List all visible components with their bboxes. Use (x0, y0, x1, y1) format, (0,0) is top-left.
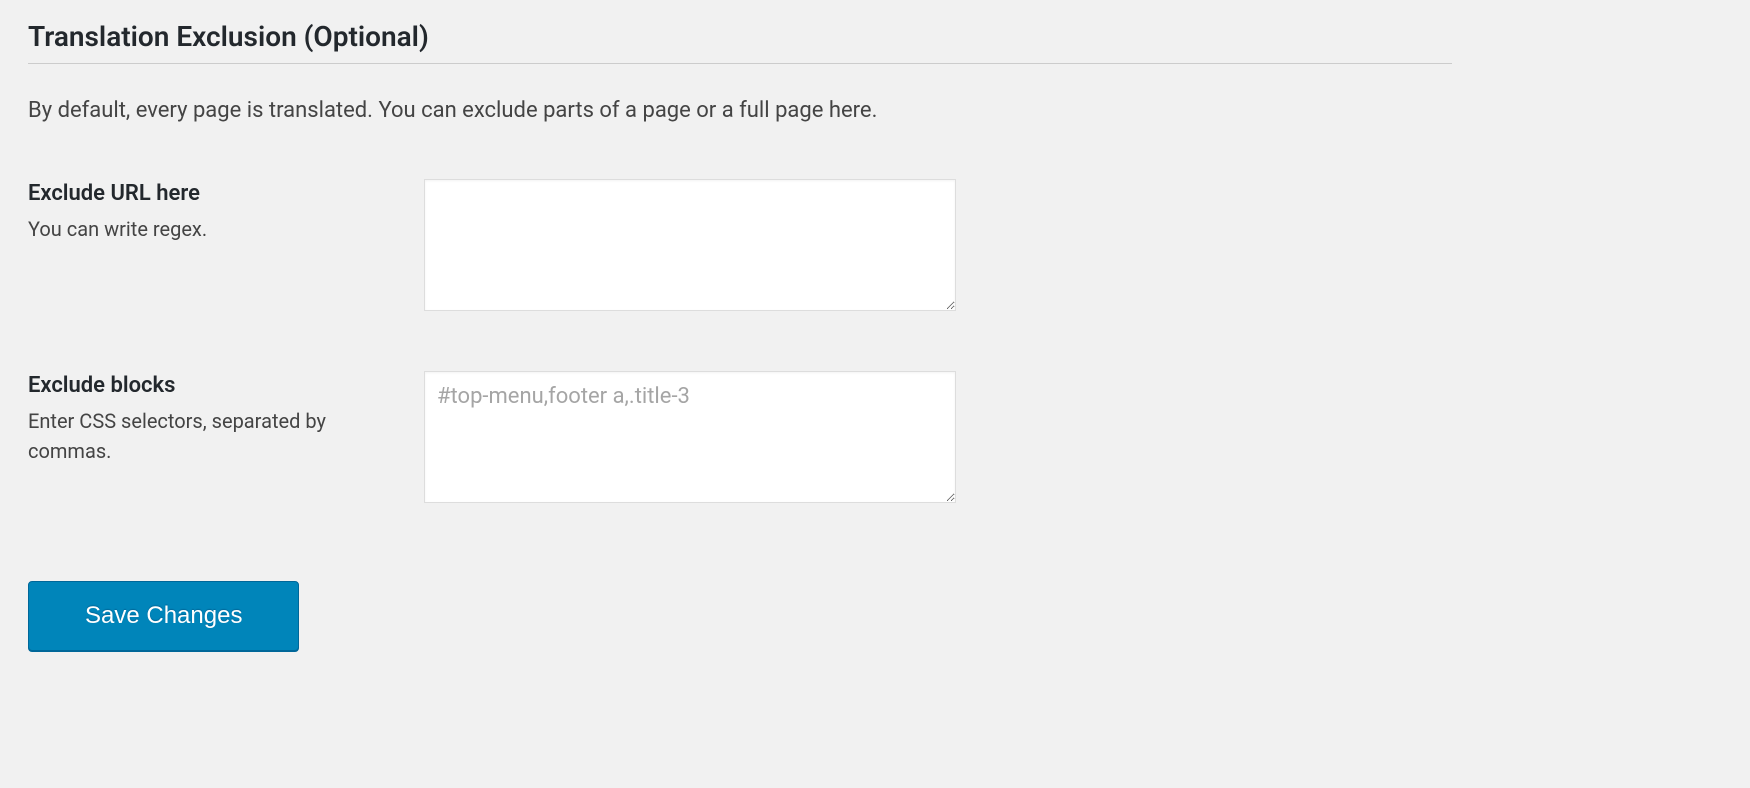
form-row-exclude-url: Exclude URL here You can write regex. (28, 179, 1722, 315)
save-changes-button[interactable]: Save Changes (28, 581, 299, 651)
exclude-url-textarea[interactable] (424, 179, 956, 311)
exclude-url-label: Exclude URL here (28, 179, 404, 210)
exclude-blocks-description: Enter CSS selectors, separated by commas… (28, 406, 404, 466)
form-row-exclude-blocks: Exclude blocks Enter CSS selectors, sepa… (28, 371, 1722, 507)
section-divider (28, 63, 1452, 64)
exclude-blocks-label: Exclude blocks (28, 371, 404, 402)
form-label-col: Exclude blocks Enter CSS selectors, sepa… (28, 371, 424, 466)
form-input-col (424, 371, 956, 507)
section-description: By default, every page is translated. Yo… (28, 98, 1722, 123)
form-label-col: Exclude URL here You can write regex. (28, 179, 424, 244)
form-input-col (424, 179, 956, 315)
exclude-url-description: You can write regex. (28, 214, 404, 244)
exclude-blocks-textarea[interactable] (424, 371, 956, 503)
section-title: Translation Exclusion (Optional) (28, 20, 1722, 53)
